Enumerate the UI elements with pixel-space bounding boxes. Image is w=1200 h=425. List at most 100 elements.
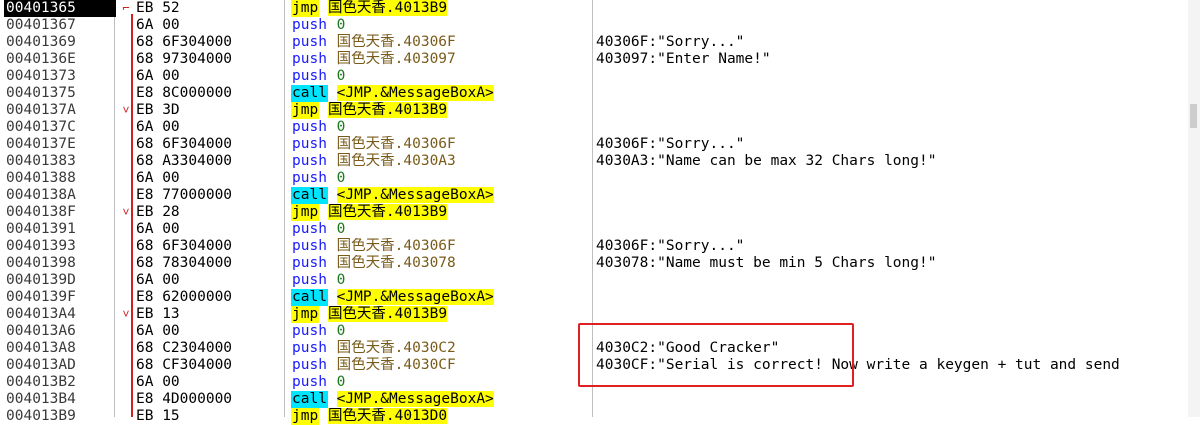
jump-arrow-icon [116, 17, 136, 34]
disassembly-cell[interactable]: jmp 国色天香.4013B9 [291, 306, 591, 323]
address-cell[interactable]: 00401391 [4, 221, 116, 238]
bytes-cell: 6A 00 [136, 17, 180, 33]
bytes-cell: E8 77000000 [136, 187, 233, 203]
instruction-row[interactable]: 00401365 ⌐ EB 52 jmp 国色天香.4013B9 [0, 0, 1200, 17]
operand: 国色天香.4013B9 [327, 102, 448, 118]
disassembly-cell[interactable]: call <JMP.&MessageBoxA> [291, 187, 591, 204]
instruction-row[interactable]: 0040139D 6A 00 push 0 [0, 272, 1200, 289]
instruction-row[interactable]: 00401393 68 6F304000 push 国色天香.40306F 40306… [0, 238, 1200, 255]
address-cell[interactable]: 00401365 [4, 0, 116, 17]
operand: 0 [336, 17, 346, 33]
address-cell[interactable]: 004013A4 [4, 306, 116, 323]
bytes-cell: EB 52 [136, 0, 180, 16]
instruction-row[interactable]: 00401398 68 78304000 push 国色天香.403078 40307… [0, 255, 1200, 272]
disassembly-cell[interactable]: push 国色天香.403078 [291, 255, 591, 272]
operand: 0 [336, 119, 346, 135]
comment-cell [596, 85, 1200, 102]
instruction-row[interactable]: 0040137E 68 6F304000 push 国色天香.40306F 40306… [0, 136, 1200, 153]
disassembly-cell[interactable]: push 0 [291, 272, 591, 289]
instruction-row[interactable]: 004013A4 ˅ EB 13 jmp 国色天香.4013B9 [0, 306, 1200, 323]
disassembly-cell[interactable]: push 国色天香.4030A3 [291, 153, 591, 170]
address-cell[interactable]: 00401383 [4, 153, 116, 170]
instruction-row[interactable]: 00401369 68 6F304000 push 国色天香.40306F 40306… [0, 34, 1200, 51]
disassembly-cell[interactable]: push 国色天香.40306F [291, 136, 591, 153]
disassembly-cell[interactable]: call <JMP.&MessageBoxA> [291, 391, 591, 408]
bytes-cell: 68 CF304000 [136, 357, 233, 373]
instruction-row[interactable]: 00401367 6A 00 push 0 [0, 17, 1200, 34]
address-cell[interactable]: 00401367 [4, 17, 116, 34]
disassembly-cell[interactable]: jmp 国色天香.4013B9 [291, 102, 591, 119]
vertical-scrollbar[interactable] [1188, 0, 1200, 417]
instruction-row[interactable]: 0040138A E8 77000000 call <JMP.&MessageBox… [0, 187, 1200, 204]
disassembly-cell[interactable]: push 国色天香.4030C2 [291, 340, 591, 357]
disassembly-cell[interactable]: push 0 [291, 119, 591, 136]
bytes-cell: E8 62000000 [136, 289, 233, 305]
address-cell[interactable]: 00401373 [4, 68, 116, 85]
jump-arrow-icon [116, 391, 136, 408]
instruction-row[interactable]: 00401391 6A 00 push 0 [0, 221, 1200, 238]
instruction-row[interactable]: 0040137C 6A 00 push 0 [0, 119, 1200, 136]
address-cell[interactable]: 00401398 [4, 255, 116, 272]
instruction-row[interactable]: 00401375 E8 8C000000 call <JMP.&MessageBox… [0, 85, 1200, 102]
bytes-cell: E8 8C000000 [136, 85, 233, 101]
address-cell[interactable]: 0040139F [4, 289, 116, 306]
instruction-row[interactable]: 0040137A ˅ EB 3D jmp 国色天香.4013B9 [0, 102, 1200, 119]
mnemonic: jmp [291, 204, 320, 221]
mnemonic: jmp [291, 102, 320, 119]
address-cell[interactable]: 004013A8 [4, 340, 116, 357]
disassembly-cell[interactable]: push 国色天香.4030CF [291, 357, 591, 374]
instruction-row[interactable]: 00401373 6A 00 push 0 [0, 68, 1200, 85]
instruction-row[interactable]: 004013B4 E8 4D000000 call <JMP.&MessageBox… [0, 391, 1200, 408]
operand: 国色天香.4013D0 [327, 408, 448, 424]
disassembly-cell[interactable]: jmp 国色天香.4013B9 [291, 0, 591, 17]
comment-cell [596, 306, 1200, 323]
address-cell[interactable]: 0040136E [4, 51, 116, 68]
disassembly-cell[interactable]: push 0 [291, 374, 591, 391]
disassembly-cell[interactable]: push 0 [291, 221, 591, 238]
jump-arrow-icon [116, 51, 136, 68]
disassembly-cell[interactable]: call <JMP.&MessageBoxA> [291, 85, 591, 102]
address-cell[interactable]: 004013B4 [4, 391, 116, 408]
address-cell[interactable]: 00401369 [4, 34, 116, 51]
operand: 国色天香.40306F [336, 238, 456, 254]
disassembly-cell[interactable]: push 国色天香.40306F [291, 34, 591, 51]
instruction-row[interactable]: 0040139F E8 62000000 call <JMP.&MessageBox… [0, 289, 1200, 306]
mnemonic: push [292, 136, 327, 152]
jump-arrow-icon [116, 136, 136, 153]
disassembly-cell[interactable]: push 国色天香.40306F [291, 238, 591, 255]
instruction-row[interactable]: 0040136E 68 97304000 push 国色天香.403097 40309… [0, 51, 1200, 68]
address-cell[interactable]: 0040137C [4, 119, 116, 136]
bytes-cell: 68 6F304000 [136, 238, 233, 254]
disassembly-cell[interactable]: push 0 [291, 323, 591, 340]
address-cell[interactable]: 0040137E [4, 136, 116, 153]
jump-arrow-icon: ⌐ [122, 1, 130, 15]
mnemonic: push [292, 170, 327, 186]
disassembly-view[interactable]: 00401365 ⌐ EB 52 jmp 国色天香.4013B9 00401367 6A … [0, 0, 1200, 425]
address-cell[interactable]: 0040137A [4, 102, 116, 119]
disassembly-cell[interactable]: push 国色天香.403097 [291, 51, 591, 68]
operand: 国色天香.4030CF [336, 357, 456, 373]
address-cell[interactable]: 0040138F [4, 204, 116, 221]
instruction-row[interactable]: 0040138F ˅ EB 28 jmp 国色天香.4013B9 [0, 204, 1200, 221]
address-cell[interactable]: 004013AD [4, 357, 116, 374]
comment-cell [596, 204, 1200, 221]
bytes-cell: 68 6F304000 [136, 34, 233, 50]
instruction-row[interactable]: 00401383 68 A3304000 push 国色天香.4030A3 4030A… [0, 153, 1200, 170]
address-cell[interactable]: 004013B2 [4, 374, 116, 391]
address-cell[interactable]: 0040138A [4, 187, 116, 204]
disassembly-cell[interactable]: push 0 [291, 68, 591, 85]
disassembly-cell[interactable]: call <JMP.&MessageBoxA> [291, 289, 591, 306]
address-cell[interactable]: 00401375 [4, 85, 116, 102]
disassembly-cell[interactable]: jmp 国色天香.4013B9 [291, 204, 591, 221]
disassembly-cell[interactable]: push 0 [291, 17, 591, 34]
instruction-row[interactable]: 00401388 6A 00 push 0 [0, 170, 1200, 187]
comment-cell [596, 68, 1200, 85]
operand: <JMP.&MessageBoxA> [336, 289, 494, 305]
address-cell[interactable]: 004013A6 [4, 323, 116, 340]
bytes-cell: 68 6F304000 [136, 136, 233, 152]
scrollbar-thumb[interactable] [1190, 104, 1197, 128]
address-cell[interactable]: 00401388 [4, 170, 116, 187]
address-cell[interactable]: 0040139D [4, 272, 116, 289]
disassembly-cell[interactable]: push 0 [291, 170, 591, 187]
address-cell[interactable]: 00401393 [4, 238, 116, 255]
